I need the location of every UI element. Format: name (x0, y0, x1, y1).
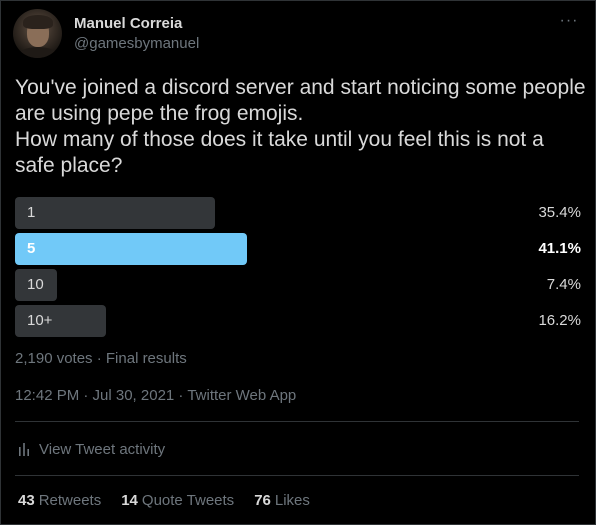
tweet-text: You've joined a discord server and start… (15, 76, 586, 177)
avatar[interactable] (13, 9, 62, 58)
poll-option-percent: 7.4% (546, 276, 581, 293)
likes-label: Likes (274, 492, 310, 509)
poll-option-percent: 16.2% (538, 312, 581, 329)
quote-tweets-count: 14 (121, 492, 138, 509)
poll-bar (15, 197, 215, 229)
more-options-icon[interactable]: ··· (559, 11, 579, 31)
divider (15, 475, 579, 476)
poll-option: 10 7.4% (15, 269, 583, 301)
poll-option-label: 1 (27, 204, 36, 221)
tweet-stats: 43 Retweets 14 Quote Tweets 76 Likes (18, 492, 330, 509)
poll-option-percent: 35.4% (538, 204, 581, 221)
tweet-timestamp[interactable]: 12:42 PM · Jul 30, 2021 · Twitter Web Ap… (15, 387, 296, 404)
likes-stat[interactable]: 76 Likes (254, 492, 310, 509)
poll-results-meta: 2,190 votes · Final results (15, 350, 187, 367)
view-tweet-activity-label: View Tweet activity (39, 440, 166, 458)
poll-bar (15, 233, 247, 265)
retweets-stat[interactable]: 43 Retweets (18, 492, 101, 509)
poll-option-label: 10 (27, 276, 44, 293)
author-name[interactable]: Manuel Correia (74, 15, 182, 32)
likes-count: 76 (254, 492, 271, 509)
tweet-card: Manuel Correia @gamesbymanuel ··· You've… (0, 0, 596, 525)
quote-tweets-label: Quote Tweets (141, 492, 235, 509)
poll-option-percent: 41.1% (538, 240, 581, 257)
retweets-label: Retweets (38, 492, 102, 509)
poll-option: 10+ 16.2% (15, 305, 583, 337)
tweet-header: Manuel Correia @gamesbymanuel ··· (13, 9, 585, 59)
poll-option: 5 41.1% (15, 233, 583, 265)
retweets-count: 43 (18, 492, 35, 509)
author-handle[interactable]: @gamesbymanuel (74, 35, 199, 52)
quote-tweets-stat[interactable]: 14 Quote Tweets (121, 492, 234, 509)
poll-option-label: 10+ (27, 312, 53, 329)
poll: 1 35.4% 5 41.1% 10 7.4% 10+ 16.2% (15, 197, 583, 341)
divider (15, 421, 579, 422)
bar-chart-icon (19, 443, 29, 456)
view-tweet-activity-link[interactable]: View Tweet activity (15, 439, 165, 459)
poll-option: 1 35.4% (15, 197, 583, 229)
poll-option-label: 5 (27, 240, 36, 257)
